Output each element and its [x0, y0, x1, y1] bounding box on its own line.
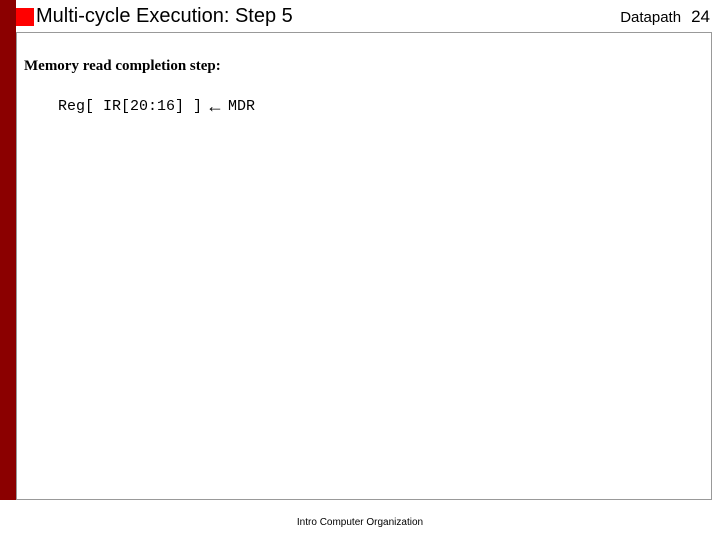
slide-number: 24: [691, 7, 710, 27]
code-left: Reg[ IR[20:16] ]: [58, 98, 202, 115]
header-right: Datapath 24: [620, 7, 710, 27]
footer-text: Intro Computer Organization: [0, 517, 720, 528]
sub-heading: Memory read completion step:: [24, 58, 221, 75]
slide-title: Multi-cycle Execution: Step 5: [36, 5, 293, 28]
category-label: Datapath: [620, 9, 681, 26]
slide-container: Multi-cycle Execution: Step 5 Datapath 2…: [0, 0, 720, 540]
left-arrow-icon: ←: [206, 96, 224, 117]
code-expression: Reg[ IR[20:16] ] ← MDR: [58, 96, 255, 117]
red-sidebar: [0, 0, 16, 500]
code-right: MDR: [228, 98, 255, 115]
red-square-icon: [16, 8, 34, 26]
header-row: Multi-cycle Execution: Step 5 Datapath 2…: [36, 5, 710, 28]
